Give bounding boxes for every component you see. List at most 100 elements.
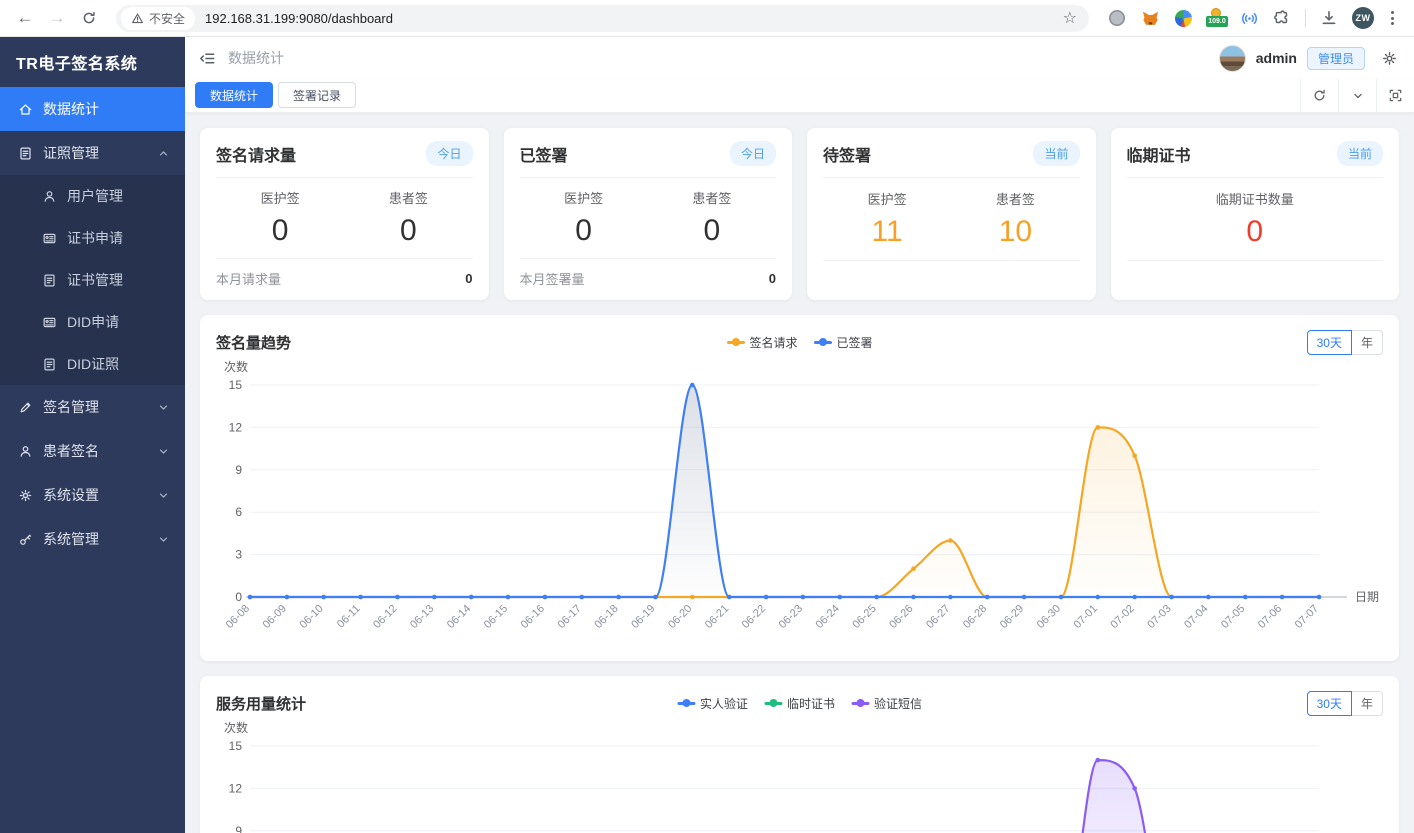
range-buttons: 30天年 [1307,691,1383,716]
legend-marker-icon [677,698,695,708]
tab-1[interactable]: 签署记录 [278,82,356,108]
card-header: 待签署 当前 [823,141,1080,178]
sidebar-item-label: 系统设置 [43,485,99,505]
browser-back-icon[interactable]: ← [12,5,38,31]
stat-card-2: 待签署 当前 医护签 11 患者签 10 [807,128,1096,300]
doc-icon [42,273,57,288]
legend-label: 临时证书 [787,695,835,712]
sidebar-subitem-3[interactable]: DID申请 [0,301,185,343]
svg-text:次数: 次数 [224,359,248,374]
tab-bar: 数据统计签署记录 [185,79,1414,113]
breadcrumb: 数据统计 [228,48,284,68]
legend-item-1[interactable]: 临时证书 [764,695,835,712]
stat-1: 患者签 0 [344,188,472,248]
svg-text:07-03: 07-03 [1145,603,1173,631]
extensions-puzzle-icon[interactable] [1272,8,1292,28]
legend-item-0[interactable]: 实人验证 [677,695,748,712]
chart-card-1: 服务用量统计 实人验证 临时证书 验证短信 30天年 03691215次数日期 [200,676,1399,833]
svg-text:9: 9 [235,824,242,833]
footer-label: 本月签署量 [520,269,585,288]
security-label: 不安全 [149,10,185,27]
sidebar-subitem-4[interactable]: DID证照 [0,343,185,385]
sidebar-subitem-2[interactable]: 证书管理 [0,259,185,301]
legend-marker-icon [851,698,869,708]
legend-item-0[interactable]: 签名请求 [726,334,797,351]
browser-chrome: ← → 不安全 192.168.31.199:9080/dashboard ☆ … [0,0,1414,37]
chart-title: 签名量趋势 [216,332,291,353]
card-header: 已签署 今日 [520,141,777,178]
sidebar-item-4[interactable]: 系统设置 [0,473,185,517]
wallet-extension-icon[interactable] [1173,8,1193,28]
svg-text:06-29: 06-29 [998,603,1026,631]
maximize-icon[interactable] [1376,79,1414,112]
svg-text:07-07: 07-07 [1293,603,1321,631]
sidebar-item-1[interactable]: 证照管理 [0,131,185,175]
legend-item-1[interactable]: 已签署 [814,334,873,351]
tab-0[interactable]: 数据统计 [195,82,273,108]
chevron-down-icon[interactable] [1338,79,1376,112]
security-chip[interactable]: 不安全 [121,7,195,30]
sidebar-item-label: 数据统计 [43,99,99,119]
card-stats: 医护签 0 患者签 0 [216,178,473,258]
main-area: 数据统计 admin 管理员 数据统计签署记录 [185,37,1414,833]
legend-item-2[interactable]: 验证短信 [851,695,922,712]
sidebar-subitem-label: DID申请 [67,312,119,332]
svg-text:06-23: 06-23 [777,603,805,631]
stat-0: 医护签 0 [216,188,344,248]
stat-value: 0 [344,214,472,248]
card-badge: 当前 [1033,141,1079,166]
pen-icon [18,400,33,415]
browser-profile-avatar[interactable]: ZW [1352,7,1374,29]
sidebar: TR电子签名系统 数据统计证照管理用户管理证书申请证书管理DID申请DID证照签… [0,37,185,833]
extension-circle-icon[interactable] [1107,8,1127,28]
range-button-30天[interactable]: 30天 [1307,330,1352,355]
sidebar-subitem-1[interactable]: 证书申请 [0,217,185,259]
sidebar-item-label: 签名管理 [43,397,99,417]
metamask-fox-icon[interactable] [1140,8,1160,28]
bookmark-star-icon[interactable]: ☆ [1057,8,1083,28]
browser-reload-icon[interactable] [76,5,102,31]
svg-text:06-10: 06-10 [297,603,325,631]
downloads-icon[interactable] [1319,8,1339,28]
range-button-年[interactable]: 年 [1351,330,1383,355]
chart-plot[interactable]: 03691215次数日期06-0806-0906-1006-1106-1206-… [216,720,1383,833]
browser-menu-icon[interactable] [1387,11,1398,25]
svg-text:07-06: 07-06 [1256,603,1284,631]
user-icon [18,444,33,459]
chart-plot[interactable]: 03691215次数日期06-0806-0906-1006-1106-1206-… [216,359,1383,658]
price-badge-extension-icon[interactable]: 109.0 [1206,8,1226,28]
range-button-年[interactable]: 年 [1351,691,1383,716]
username[interactable]: admin [1256,50,1297,66]
sidebar-item-5[interactable]: 系统管理 [0,517,185,561]
signal-extension-icon[interactable] [1239,8,1259,28]
stat-0: 临期证书数量 0 [1127,189,1384,249]
screen: ← → 不安全 192.168.31.199:9080/dashboard ☆ … [0,0,1414,833]
legend-label: 已签署 [837,334,873,351]
sidebar-item-3[interactable]: 患者签名 [0,429,185,473]
card-header: 临期证书 当前 [1127,141,1384,178]
address-bar[interactable]: 不安全 192.168.31.199:9080/dashboard ☆ [116,5,1089,32]
svg-text:06-14: 06-14 [445,603,473,631]
stat-0: 医护签 0 [520,188,648,248]
user-avatar[interactable] [1219,45,1246,72]
card-title: 签名请求量 [216,142,296,166]
sidebar-item-0[interactable]: 数据统计 [0,87,185,131]
settings-gear-icon[interactable] [1381,50,1398,67]
svg-text:06-11: 06-11 [335,603,363,631]
svg-text:15: 15 [229,378,243,392]
range-button-30天[interactable]: 30天 [1307,691,1352,716]
browser-forward-icon[interactable]: → [44,5,70,31]
sidebar-item-2[interactable]: 签名管理 [0,385,185,429]
svg-text:06-18: 06-18 [592,603,620,631]
sidebar-fold-icon[interactable] [199,50,216,67]
sidebar-subitem-0[interactable]: 用户管理 [0,175,185,217]
card-stats: 医护签 11 患者签 10 [823,178,1080,260]
refresh-icon[interactable] [1300,79,1338,112]
app-window: TR电子签名系统 数据统计证照管理用户管理证书申请证书管理DID申请DID证照签… [0,37,1414,833]
svg-text:07-04: 07-04 [1182,603,1210,631]
chart-card-0: 签名量趋势 签名请求 已签署 30天年 03691215次数日期06-0806-… [200,315,1399,661]
footer-value: 0 [769,271,776,286]
card-footer: 本月签署量 0 [520,258,777,288]
stat-label: 患者签 [344,188,472,207]
svg-text:06-25: 06-25 [850,603,878,631]
